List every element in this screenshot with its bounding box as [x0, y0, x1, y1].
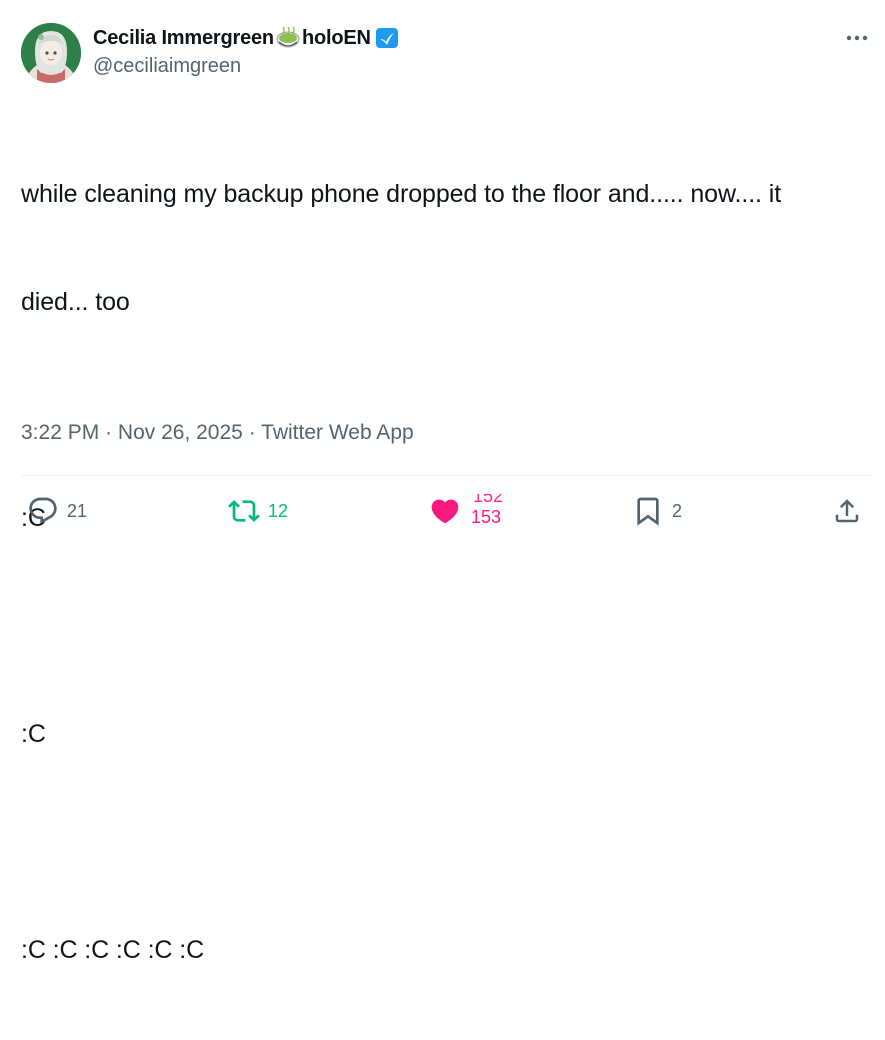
bookmark-icon — [637, 497, 659, 526]
meta-separator: · — [248, 421, 256, 444]
tweet-text: while cleaning my backup phone dropped t… — [21, 104, 851, 1040]
reply-button[interactable]: 21 — [27, 494, 87, 528]
heart-icon — [431, 499, 459, 524]
display-name[interactable]: Cecilia Immergreen — [93, 27, 274, 50]
reply-icon — [29, 497, 57, 524]
author-handle[interactable]: @ceciliaimgreen — [93, 55, 399, 78]
retweet-button[interactable]: 12 — [228, 494, 288, 528]
tweet-text-line — [21, 824, 851, 860]
bookmark-button[interactable]: 2 — [632, 494, 682, 528]
tweet-text-line — [21, 608, 851, 644]
tweet-time[interactable]: 3:22 PM — [21, 421, 99, 444]
tweet-date[interactable]: Nov 26, 2025 — [118, 421, 243, 444]
more-options-icon[interactable] — [838, 26, 876, 50]
divider — [21, 475, 871, 476]
verified-badge-icon[interactable] — [375, 26, 399, 50]
like-button[interactable]: 152 153 — [429, 494, 511, 528]
avatar[interactable] — [21, 23, 81, 83]
retweet-count: 12 — [268, 500, 289, 521]
share-button[interactable] — [832, 494, 862, 528]
tweet-meta: 3:22 PM · Nov 26, 2025 · Twitter Web App — [21, 421, 414, 445]
display-name-row[interactable]: Cecilia Immergreen holoEN — [93, 24, 399, 52]
share-icon — [835, 499, 859, 523]
author-block: Cecilia Immergreen holoEN @ceciliaimgree… — [93, 24, 399, 78]
like-count-wrap: 152 153 — [471, 494, 511, 528]
tweet-card: Cecilia Immergreen holoEN @ceciliaimgree… — [0, 0, 885, 964]
bookmark-count: 2 — [672, 500, 683, 521]
tweet-text-line: while cleaning my backup phone dropped t… — [21, 180, 782, 208]
like-count: 153 — [471, 507, 502, 527]
reply-count: 21 — [67, 500, 88, 521]
tweet-text-line: :C :C :C :C :C :C — [21, 936, 205, 964]
tweet-text-line: died... too — [21, 288, 130, 316]
display-name-suffix[interactable]: holoEN — [302, 27, 371, 50]
matcha-tea-icon — [275, 26, 301, 50]
tweet-text-line: :C — [21, 720, 46, 748]
retweet-icon — [228, 500, 260, 522]
meta-separator: · — [105, 421, 113, 444]
tweet-source[interactable]: Twitter Web App — [261, 421, 414, 444]
